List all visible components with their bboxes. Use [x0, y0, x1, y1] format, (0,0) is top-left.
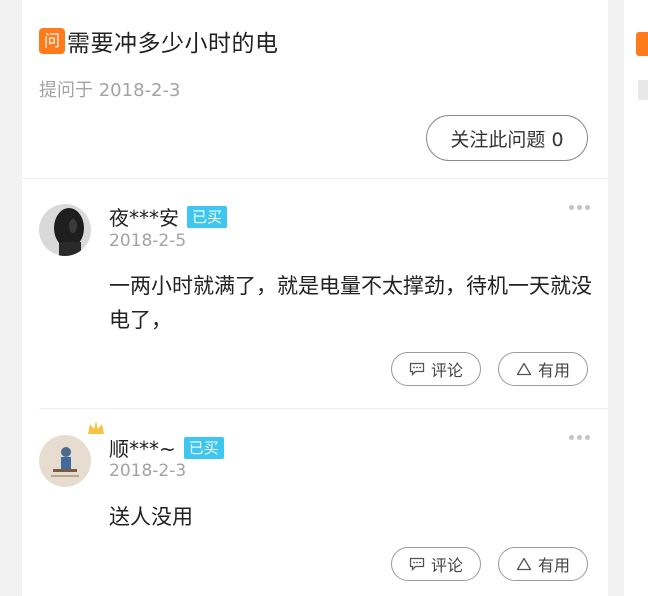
bought-badge: 已买	[187, 205, 228, 228]
useful-label: 有用	[537, 361, 570, 380]
triangle-useful-icon	[516, 557, 532, 571]
user-name: 顺***~	[109, 437, 176, 461]
useful-button[interactable]: 有用	[498, 547, 588, 581]
comment-icon	[409, 362, 425, 376]
useful-button[interactable]: 有用	[498, 352, 588, 386]
comment-button[interactable]: 评论	[391, 352, 481, 386]
question-card: 问 需要冲多少小时的电 提问于 2018-2-3 关注此问题 0 夜***安 已…	[22, 0, 608, 596]
avatar	[39, 435, 91, 487]
crown-icon	[88, 421, 104, 434]
answer-text: 一两小时就满了，就是电量不太撑劲，待机一天就没电了，	[109, 274, 592, 332]
comment-label: 评论	[430, 361, 463, 380]
question-date: 提问于 2018-2-3	[39, 80, 181, 101]
comment-button[interactable]: 评论	[391, 547, 481, 581]
triangle-useful-icon	[516, 362, 532, 376]
more-dots-icon[interactable]	[569, 435, 590, 440]
user-row: 顺***~ 已买	[109, 433, 224, 462]
comment-icon	[409, 557, 425, 571]
next-card-edge	[624, 0, 648, 596]
user-row: 夜***安 已买	[109, 202, 228, 231]
question-title: 需要冲多少小时的电	[67, 31, 279, 57]
next-card-date-placeholder	[638, 80, 648, 100]
bought-badge: 已买	[183, 436, 224, 459]
more-dots-icon[interactable]	[569, 205, 590, 210]
answer-date: 2018-2-5	[109, 231, 187, 251]
question-title-row: 问 需要冲多少小时的电	[39, 24, 279, 58]
comment-label: 评论	[430, 556, 463, 575]
divider	[22, 178, 608, 179]
useful-label: 有用	[537, 556, 570, 575]
next-question-badge	[636, 32, 648, 56]
divider	[39, 408, 608, 409]
follow-question-button[interactable]: 关注此问题 0	[426, 115, 588, 161]
user-name: 夜***安	[109, 206, 179, 230]
avatar	[39, 204, 91, 256]
answer-text: 送人没用	[109, 505, 193, 529]
answer-date: 2018-2-3	[109, 461, 187, 481]
question-badge: 问	[39, 28, 65, 54]
